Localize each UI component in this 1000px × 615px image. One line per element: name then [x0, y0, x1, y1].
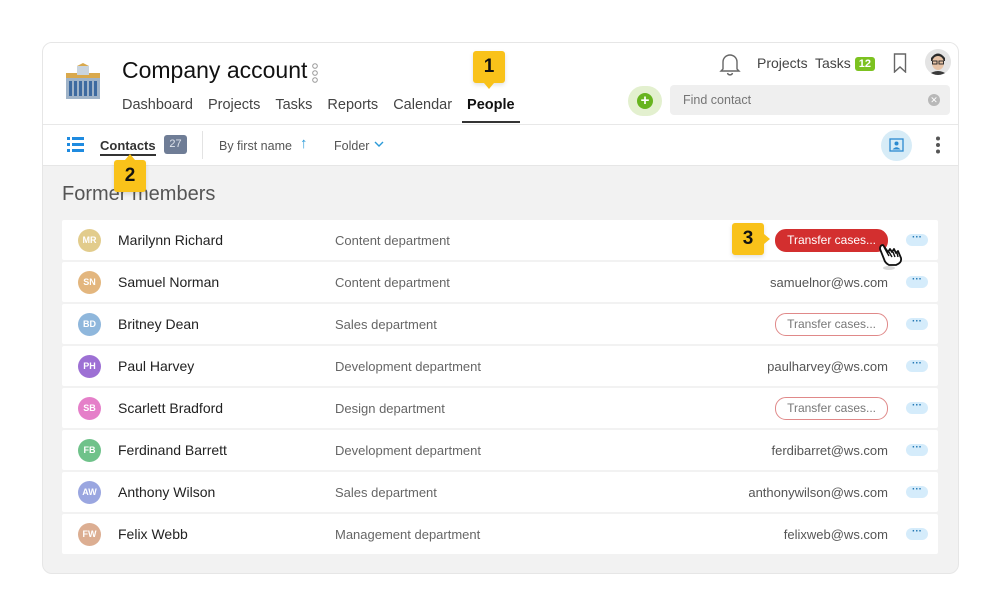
member-email[interactable]: felixweb@ws.com — [784, 527, 888, 542]
transfer-cases-button[interactable]: Transfer cases... — [775, 313, 888, 336]
avatar: FB — [78, 439, 101, 462]
member-email[interactable]: samuelnor@ws.com — [770, 275, 888, 290]
bookmark-icon[interactable] — [893, 53, 907, 73]
member-name: Scarlett Bradford — [118, 400, 224, 416]
member-list: MR Marilynn Richard Content department T… — [62, 220, 938, 556]
search-input[interactable] — [681, 92, 925, 108]
nav-projects[interactable]: Projects — [208, 97, 260, 123]
member-department: Sales department — [335, 485, 437, 500]
transfer-cases-button[interactable]: Transfer cases... — [775, 229, 888, 252]
avatar: FW — [78, 523, 101, 546]
nav-calendar[interactable]: Calendar — [393, 97, 452, 123]
member-department: Content department — [335, 233, 450, 248]
member-name: Felix Webb — [118, 526, 188, 542]
header-tasks-label: Tasks — [815, 55, 851, 71]
sort-ascending-icon[interactable]: ↑ — [300, 135, 308, 152]
marker-tail — [125, 154, 135, 160]
hand-cursor-icon — [879, 244, 903, 270]
page-title: Company account — [122, 57, 308, 83]
member-row[interactable]: MR Marilynn Richard Content department T… — [62, 220, 938, 260]
bell-icon[interactable] — [719, 52, 741, 76]
row-more-button[interactable]: ··· — [906, 275, 928, 288]
toolbar: Contacts 27 By first name ↑ Folder — [43, 125, 958, 166]
marker-tail — [484, 83, 494, 89]
plus-icon: + — [637, 93, 653, 109]
member-name: Ferdinand Barrett — [118, 442, 227, 458]
step-marker-3-label: 3 — [742, 228, 754, 249]
contacts-count-badge: 27 — [164, 135, 187, 154]
contact-card-icon — [889, 138, 904, 152]
member-department: Content department — [335, 275, 450, 290]
more-options-icon[interactable] — [935, 136, 941, 154]
avatar: SN — [78, 271, 101, 294]
member-row[interactable]: BD Britney Dean Sales department Transfe… — [62, 304, 938, 344]
member-department: Development department — [335, 359, 481, 374]
member-name: Samuel Norman — [118, 274, 220, 290]
member-row[interactable]: FW Felix Webb Management department feli… — [62, 514, 938, 554]
member-email[interactable]: ferdibarret@ws.com — [771, 443, 888, 458]
member-department: Management department — [335, 527, 481, 542]
avatar: AW — [78, 481, 101, 504]
member-name: Britney Dean — [118, 316, 199, 332]
step-marker-1-label: 1 — [483, 56, 495, 77]
step-marker-2: 2 — [114, 154, 146, 192]
add-contact-button[interactable]: + — [628, 86, 662, 116]
member-department: Development department — [335, 443, 481, 458]
row-more-button[interactable]: ··· — [906, 317, 928, 330]
company-logo-icon — [66, 63, 100, 99]
nav-tasks[interactable]: Tasks — [275, 97, 312, 123]
member-row[interactable]: FB Ferdinand Barrett Development departm… — [62, 430, 938, 470]
clear-search-icon[interactable]: ✕ — [928, 94, 940, 106]
transfer-cases-button[interactable]: Transfer cases... — [775, 397, 888, 420]
member-email[interactable]: paulharvey@ws.com — [767, 359, 888, 374]
app-window: Company account Dashboard Projects Tasks… — [42, 42, 959, 574]
member-row[interactable]: SB Scarlett Bradford Design department T… — [62, 388, 938, 428]
chevron-down-icon[interactable] — [374, 140, 384, 148]
tasks-count-badge: 12 — [854, 57, 876, 71]
row-more-button[interactable]: ··· — [906, 233, 928, 246]
nav-reports[interactable]: Reports — [327, 97, 378, 123]
avatar: BD — [78, 313, 101, 336]
search-box: ✕ — [670, 85, 950, 115]
avatar: SB — [78, 397, 101, 420]
row-more-button[interactable]: ··· — [906, 443, 928, 456]
step-marker-3: 3 — [732, 223, 770, 255]
folder-dropdown[interactable]: Folder — [334, 139, 369, 153]
member-name: Paul Harvey — [118, 358, 195, 374]
row-more-button[interactable]: ··· — [906, 359, 928, 372]
user-avatar-icon — [925, 49, 951, 75]
row-more-button[interactable]: ··· — [906, 527, 928, 540]
member-row[interactable]: AW Anthony Wilson Sales department antho… — [62, 472, 938, 512]
toolbar-divider — [202, 131, 203, 159]
member-department: Design department — [335, 401, 445, 416]
sort-dropdown[interactable]: By first name — [219, 139, 292, 153]
member-row[interactable]: PH Paul Harvey Development department pa… — [62, 346, 938, 386]
main-nav: Dashboard Projects Tasks Reports Calenda… — [122, 97, 535, 123]
member-row[interactable]: SN Samuel Norman Content department samu… — [62, 262, 938, 302]
header-tasks-link[interactable]: Tasks 12 — [815, 55, 876, 72]
member-email[interactable]: anthonywilson@ws.com — [748, 485, 888, 500]
step-marker-2-label: 2 — [124, 165, 136, 186]
title-options-icon[interactable] — [311, 63, 319, 83]
nav-people[interactable]: People — [462, 97, 520, 123]
member-name: Anthony Wilson — [118, 484, 216, 500]
marker-tail — [764, 234, 770, 244]
step-marker-1: 1 — [473, 51, 505, 89]
avatar: MR — [78, 229, 101, 252]
nav-dashboard[interactable]: Dashboard — [122, 97, 193, 123]
row-more-button[interactable]: ··· — [906, 485, 928, 498]
list-view-icon[interactable] — [67, 137, 84, 152]
row-more-button[interactable]: ··· — [906, 401, 928, 414]
header-projects-link[interactable]: Projects — [757, 55, 808, 71]
avatar: PH — [78, 355, 101, 378]
user-avatar[interactable] — [925, 49, 951, 75]
contact-card-view-button[interactable] — [881, 130, 912, 161]
member-department: Sales department — [335, 317, 437, 332]
member-name: Marilynn Richard — [118, 232, 224, 248]
